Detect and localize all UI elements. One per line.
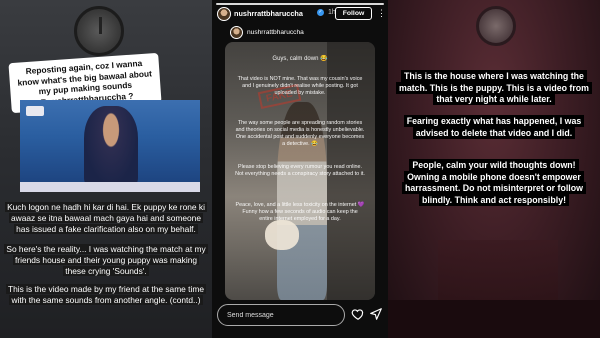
right-paragraph-3: People, calm your wild thoughts down! Ow… xyxy=(394,159,594,206)
post-line-0: Guys, calm down 😂 xyxy=(272,56,328,62)
post-username[interactable]: nushrrattbharuccha xyxy=(247,29,304,36)
cricketer-image xyxy=(84,106,138,186)
story-progress-bar xyxy=(216,3,384,5)
heart-icon[interactable] xyxy=(351,307,365,321)
send-message-input[interactable] xyxy=(217,304,345,326)
post-header: nushrrattbharuccha xyxy=(230,26,370,40)
room-floor-image xyxy=(388,300,600,338)
post-line-2: The way some people are spreading random… xyxy=(235,120,365,147)
post-line-3: Please stop believing every rumour you r… xyxy=(235,164,365,177)
story-header: nushrrattbharuccha ✓ 1h Follow ⋮ xyxy=(212,6,388,22)
post-avatar[interactable] xyxy=(230,26,243,39)
cat-photo xyxy=(265,220,299,250)
score-strip xyxy=(20,182,200,192)
send-icon[interactable] xyxy=(369,307,383,321)
tv-screen-image xyxy=(20,100,200,192)
right-paragraph-2: Fearing exactly what has happened, I was… xyxy=(394,115,594,139)
follow-button[interactable]: Follow xyxy=(335,7,372,20)
left-paragraph-1: Kuch logon ne hadh hi kar di hai. Ek pup… xyxy=(5,202,207,234)
wall-clock-image xyxy=(476,6,516,46)
story-username[interactable]: nushrrattbharuccha xyxy=(234,9,303,18)
post-card[interactable]: FAKE Guys, calm down 😂 That video is NOT… xyxy=(225,42,375,300)
verified-badge-icon: ✓ xyxy=(317,9,324,16)
story-footer xyxy=(212,302,388,332)
right-paragraph-1: This is the house where I was watching t… xyxy=(394,70,594,106)
post-line-1: That video is NOT mine. That was my cous… xyxy=(237,76,363,96)
left-paragraph-2: So here's the reality... I was watching … xyxy=(4,244,208,276)
broadcast-logo xyxy=(26,106,44,116)
post-line-4: Peace, love, and a little less toxicity … xyxy=(235,202,365,222)
right-story-panel: This is the house where I was watching t… xyxy=(388,0,600,338)
avatar[interactable] xyxy=(217,7,231,21)
left-paragraph-3: This is the video made by my friend at t… xyxy=(6,284,206,305)
more-horizontal-icon[interactable]: ⋮ xyxy=(377,8,386,18)
wall-clock-image xyxy=(74,6,124,56)
story-viewer: nushrrattbharuccha ✓ 1h Follow ⋮ nushrra… xyxy=(212,0,388,338)
left-story-panel: Reposting again, coz I wanna know what's… xyxy=(0,0,212,338)
